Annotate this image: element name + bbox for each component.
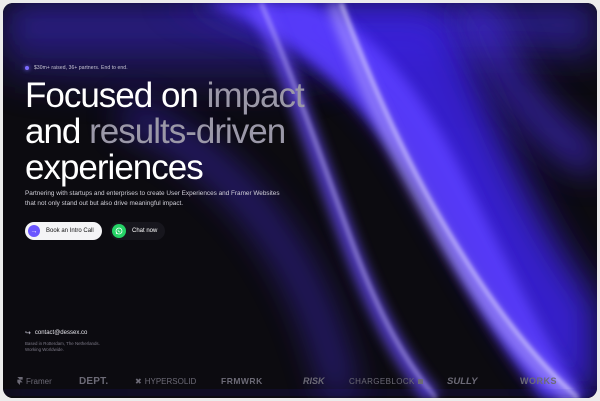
logo-chargeblock-text: CHARGEBLOCK bbox=[349, 376, 415, 386]
chargeblock-square-icon bbox=[417, 378, 423, 384]
logo-frmwrk-text: FRMWRK bbox=[221, 376, 263, 386]
hero-section: $30m+ raised, 36+ partners. End to end. … bbox=[3, 3, 597, 398]
hero-headline: Focused on impact and results-driven exp… bbox=[25, 76, 305, 187]
logo-hypersolid-text: HYPERSOLID bbox=[144, 376, 197, 386]
logo-risk: RISK bbox=[303, 371, 325, 391]
stats-badge-text: $30m+ raised, 36+ partners. End to end. bbox=[34, 65, 128, 71]
logo-frmwrk: FRMWRK bbox=[221, 371, 263, 391]
logo-framer-text: Framer bbox=[26, 376, 52, 386]
logo-works-text: WORKS bbox=[520, 376, 557, 386]
status-dot-icon bbox=[25, 66, 29, 70]
arrow-return-icon: ↪ bbox=[25, 330, 31, 337]
logo-sully-text: SULLY bbox=[447, 375, 478, 387]
logo-dept: DEPT. bbox=[79, 371, 108, 391]
framer-icon bbox=[17, 377, 23, 385]
book-intro-call-button[interactable]: → Book an Intro Call bbox=[25, 222, 102, 240]
hero-line2-white: and bbox=[25, 112, 90, 151]
logo-sully: SULLY bbox=[447, 371, 477, 391]
logo-risk-text: RISK bbox=[303, 376, 325, 386]
stats-badge: $30m+ raised, 36+ partners. End to end. bbox=[25, 65, 128, 71]
hypersolid-icon: ✖ bbox=[135, 376, 142, 386]
hero-line3-white: experiences bbox=[25, 148, 204, 187]
book-intro-call-label: Book an Intro Call bbox=[46, 228, 94, 234]
logo-dept-text: DEPT. bbox=[79, 375, 109, 387]
partner-logos-row: Framer DEPT. ✖ HYPERSOLID FRMWRK RISK CH… bbox=[3, 371, 597, 391]
logo-hypersolid: ✖ HYPERSOLID bbox=[135, 371, 196, 391]
logo-chargeblock: CHARGEBLOCK bbox=[349, 371, 423, 391]
whatsapp-icon bbox=[112, 224, 126, 238]
location-text: Based in Rotterdam, The Netherlands. Wor… bbox=[25, 341, 100, 352]
contact-email-link[interactable]: ↪ contact@dessex.co bbox=[25, 329, 87, 337]
contact-email: contact@dessex.co bbox=[34, 330, 88, 336]
arrow-right-icon: → bbox=[28, 225, 40, 237]
hero-subtitle: Partnering with startups and enterprises… bbox=[25, 190, 280, 207]
hero-line1-white: Focused on bbox=[25, 76, 207, 115]
hero-line1-dim: impact bbox=[206, 76, 305, 115]
logo-works: WORKS bbox=[520, 371, 557, 391]
logo-framer: Framer bbox=[17, 371, 52, 391]
hero-line2-dim: results-driven bbox=[89, 112, 286, 151]
chat-now-button[interactable]: Chat now bbox=[110, 222, 166, 240]
chat-now-label: Chat now bbox=[132, 228, 158, 234]
